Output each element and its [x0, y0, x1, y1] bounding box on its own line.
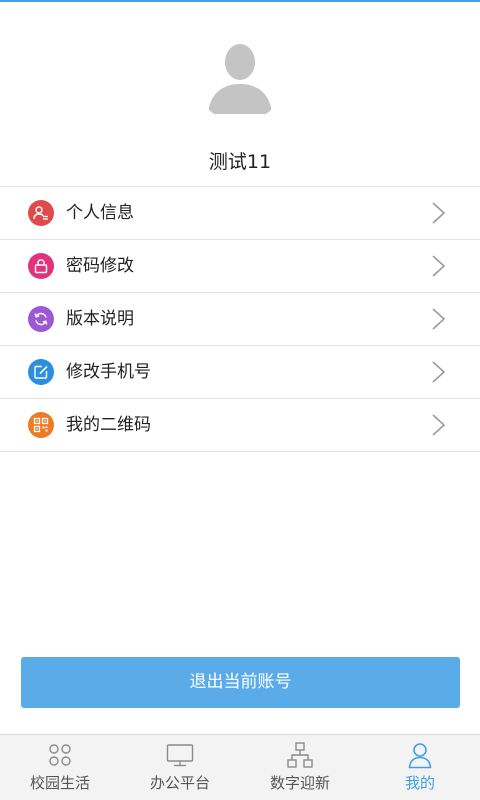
bottom-tab-bar: 校园生活 办公平台 数字迎新 我的	[0, 734, 480, 800]
chevron-right-icon	[432, 255, 446, 277]
tab-label: 校园生活	[29, 774, 90, 792]
menu-item-change-password[interactable]: 密码修改	[0, 240, 480, 293]
profile-header: 测试11	[0, 2, 480, 186]
menu-item-personal-info[interactable]: 个人信息	[0, 187, 480, 240]
person-card-icon	[28, 200, 54, 226]
settings-menu: 个人信息 密码修改 版本说明 修改手机号 我的二维码	[0, 186, 480, 452]
campus-life-icon	[49, 744, 71, 766]
menu-item-label: 个人信息	[66, 203, 134, 223]
chevron-right-icon	[432, 414, 446, 436]
monitor-icon	[166, 744, 194, 767]
tab-mine[interactable]: 我的	[360, 735, 480, 800]
tab-campus-life[interactable]: 校园生活	[0, 735, 120, 800]
org-chart-icon	[287, 742, 313, 768]
menu-item-label: 版本说明	[66, 309, 134, 329]
avatar[interactable]	[194, 30, 286, 122]
tab-label: 数字迎新	[269, 774, 330, 792]
chevron-right-icon	[432, 202, 446, 224]
logout-button[interactable]: 退出当前账号	[21, 657, 460, 708]
username: 测试11	[208, 151, 272, 173]
tab-label: 我的	[404, 774, 435, 792]
menu-item-label: 我的二维码	[66, 415, 151, 435]
tab-digital-welcome[interactable]: 数字迎新	[240, 735, 360, 800]
chevron-right-icon	[432, 361, 446, 383]
lock-icon	[28, 253, 54, 279]
menu-item-label: 密码修改	[66, 256, 134, 276]
tab-label: 办公平台	[149, 774, 210, 792]
menu-item-label: 修改手机号	[66, 362, 151, 382]
person-icon	[408, 743, 432, 769]
default-avatar-icon	[194, 30, 286, 122]
menu-item-my-qrcode[interactable]: 我的二维码	[0, 399, 480, 452]
tab-office-platform[interactable]: 办公平台	[120, 735, 240, 800]
chevron-right-icon	[432, 308, 446, 330]
refresh-icon	[28, 306, 54, 332]
edit-icon	[28, 359, 54, 385]
qrcode-icon	[28, 412, 54, 438]
menu-item-change-phone[interactable]: 修改手机号	[0, 346, 480, 399]
menu-item-version-info[interactable]: 版本说明	[0, 293, 480, 346]
